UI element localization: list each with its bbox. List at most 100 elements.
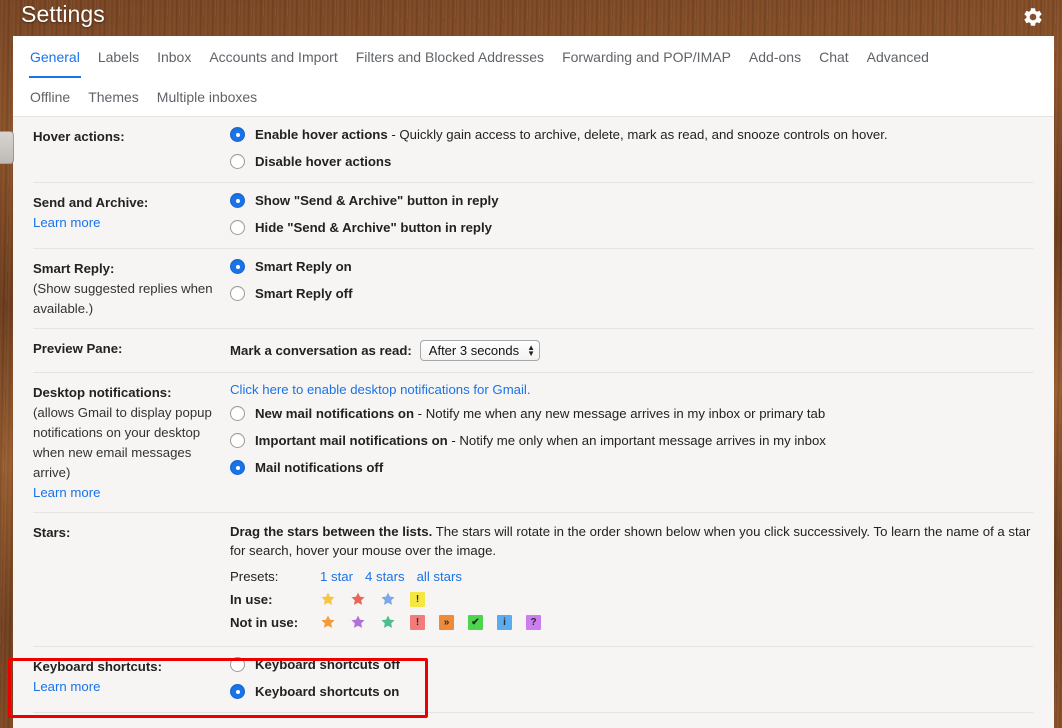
purple-question-badge-icon[interactable]: ? — [526, 614, 541, 630]
green-star-icon[interactable] — [380, 614, 396, 630]
send-archive-options: Show "Send & Archive" button in reply Hid… — [230, 192, 1033, 239]
yellow-star-icon[interactable] — [320, 591, 336, 607]
tab-offline[interactable]: Offline — [21, 84, 79, 110]
send-archive-option-2[interactable]: Hide "Send & Archive" button in reply — [230, 219, 1033, 237]
send-archive-option-1[interactable]: Show "Send & Archive" button in reply — [230, 192, 1033, 210]
stars-description-bold: Drag the stars between the lists. — [230, 524, 433, 539]
settings-panel: General Labels Inbox Accounts and Import Fil… — [13, 36, 1054, 728]
tab-filters-and-blocked-addresses[interactable]: Filters and Blocked Addresses — [347, 36, 553, 78]
stars-description: Drag the stars between the lists. The st… — [230, 522, 1033, 560]
mark-read-select-value: After 3 seconds — [428, 343, 520, 358]
hover-actions-radio-1[interactable] — [230, 127, 245, 142]
mark-read-label: Mark a conversation as read: — [230, 343, 412, 358]
desktop-notifications-radio-2[interactable] — [230, 433, 245, 448]
tab-accounts-and-import[interactable]: Accounts and Import — [200, 36, 346, 78]
stars-in-use-row: In use: ! — [230, 591, 1033, 607]
desktop-notifications-label: Desktop notifications: (allows Gmail to … — [33, 382, 230, 503]
send-archive-option-label-1: Show "Send & Archive" button in reply — [255, 193, 499, 208]
hover-actions-option-1[interactable]: Enable hover actions - Quickly gain acce… — [230, 126, 1033, 144]
blue-info-badge-icon[interactable]: i — [497, 614, 512, 630]
desktop-notifications-option-label-1: New mail notifications on - Notify me wh… — [255, 406, 826, 421]
send-archive-title: Send and Archive: — [33, 195, 149, 210]
stars-label: Stars: — [33, 525, 71, 540]
smart-reply-radio-1[interactable] — [230, 259, 245, 274]
hover-actions-options: Enable hover actions - Quickly gain acce… — [230, 126, 1033, 173]
orange-double-arrow-badge-icon[interactable]: » — [439, 614, 454, 630]
keyboard-shortcuts-options: Keyboard shortcuts off Keyboard shortcuts… — [230, 656, 1033, 703]
keyboard-shortcuts-label: Keyboard shortcuts: Learn more — [33, 656, 230, 703]
tab-inbox[interactable]: Inbox — [148, 36, 200, 78]
hover-actions-option-label-2: Disable hover actions — [255, 154, 392, 169]
desktop-notifications-radio-3[interactable] — [230, 460, 245, 475]
setting-row-desktop-notifications: Desktop notifications: (allows Gmail to … — [33, 373, 1033, 513]
desktop-notifications-option-label-2: Important mail notifications on - Notify… — [255, 433, 826, 448]
title-bar: Settings — [0, 0, 1062, 36]
tab-labels[interactable]: Labels — [89, 36, 148, 78]
right-wood-strip — [1054, 36, 1062, 728]
tab-row-primary: General Labels Inbox Accounts and Import Fil… — [13, 36, 1054, 78]
red-bang-badge-icon[interactable]: ! — [410, 614, 425, 630]
blue-star-icon[interactable] — [380, 591, 396, 607]
send-archive-learn-more-link[interactable]: Learn more — [33, 213, 230, 233]
stars-preset-link-1[interactable]: 1 star — [320, 569, 353, 584]
tab-forwarding-and-pop-imap[interactable]: Forwarding and POP/IMAP — [553, 36, 740, 78]
stars-not-in-use-row: Not in use: ! » ✔ i? — [230, 614, 1033, 630]
stars-presets-links: 1 star 4 stars all stars — [320, 569, 462, 584]
smart-reply-option-1[interactable]: Smart Reply on — [230, 258, 1033, 276]
desktop-notifications-title: Desktop notifications: — [33, 385, 172, 400]
setting-row-smart-reply: Smart Reply: (Show suggested replies whe… — [33, 249, 1033, 329]
hover-actions-option-2[interactable]: Disable hover actions — [230, 153, 1033, 171]
smart-reply-option-label-1: Smart Reply on — [255, 259, 352, 274]
purple-star-icon[interactable] — [350, 614, 366, 630]
desktop-notifications-option-1[interactable]: New mail notifications on - Notify me wh… — [230, 405, 1033, 423]
settings-tabs: General Labels Inbox Accounts and Import Fil… — [13, 36, 1054, 116]
setting-row-keyboard-shortcuts: Keyboard shortcuts: Learn more Keyboard … — [33, 647, 1033, 713]
keyboard-shortcuts-option-1[interactable]: Keyboard shortcuts off — [230, 656, 1033, 674]
green-check-badge-icon[interactable]: ✔ — [468, 614, 483, 630]
gear-icon[interactable] — [1022, 6, 1044, 28]
tab-themes[interactable]: Themes — [79, 84, 148, 110]
stars-presets-label: Presets: — [230, 569, 279, 584]
stars-preset-link-3[interactable]: all stars — [417, 569, 462, 584]
stars-presets-row: Presets: 1 star 4 stars all stars — [230, 569, 1033, 584]
keyboard-shortcuts-learn-more-link[interactable]: Learn more — [33, 677, 230, 697]
keyboard-shortcuts-option-label-1: Keyboard shortcuts off — [255, 657, 401, 672]
setting-row-hover-actions: Hover actions: Enable hover actions - Qu… — [33, 117, 1033, 183]
smart-reply-radio-2[interactable] — [230, 286, 245, 301]
desktop-notifications-radio-1[interactable] — [230, 406, 245, 421]
keyboard-shortcuts-option-2[interactable]: Keyboard shortcuts on — [230, 683, 1033, 701]
stars-preset-link-2[interactable]: 4 stars — [365, 569, 405, 584]
enable-desktop-notifications-link[interactable]: Click here to enable desktop notificatio… — [230, 382, 1033, 397]
keyboard-shortcuts-radio-1[interactable] — [230, 657, 245, 672]
send-archive-radio-1[interactable] — [230, 193, 245, 208]
smart-reply-sub: (Show suggested replies when available.) — [33, 281, 213, 316]
orange-star-icon[interactable] — [320, 614, 336, 630]
sidebar-collapsed-handle[interactable] — [0, 131, 14, 164]
smart-reply-title: Smart Reply: — [33, 261, 115, 276]
stars-in-use-icons: ! — [320, 591, 425, 607]
tab-multiple-inboxes[interactable]: Multiple inboxes — [148, 84, 266, 110]
tab-row-secondary: Offline Themes Multiple inboxes — [13, 78, 1054, 116]
stars-in-use-label: In use: — [230, 591, 273, 607]
red-star-icon[interactable] — [350, 591, 366, 607]
settings-content: Hover actions: Enable hover actions - Qu… — [13, 117, 1054, 713]
desktop-notifications-body: Click here to enable desktop notificatio… — [230, 382, 1033, 503]
desktop-notifications-learn-more-link[interactable]: Learn more — [33, 483, 230, 503]
tab-general[interactable]: General — [21, 36, 89, 78]
smart-reply-option-2[interactable]: Smart Reply off — [230, 285, 1033, 303]
tab-chat[interactable]: Chat — [810, 36, 858, 78]
setting-row-send-and-archive: Send and Archive: Learn more Show "Send … — [33, 183, 1033, 249]
setting-row-stars: Stars: Drag the stars between the lists.… — [33, 513, 1033, 647]
tab-advanced[interactable]: Advanced — [858, 36, 938, 78]
mark-read-select[interactable]: After 3 seconds ▲ ▼ — [419, 340, 541, 361]
hover-actions-radio-2[interactable] — [230, 154, 245, 169]
tab-add-ons[interactable]: Add-ons — [740, 36, 810, 78]
stars-body: Drag the stars between the lists. The st… — [230, 522, 1033, 637]
preview-pane-label: Preview Pane: — [33, 341, 123, 356]
mark-read-row: Mark a conversation as read: After 3 sec… — [230, 338, 1033, 363]
keyboard-shortcuts-radio-2[interactable] — [230, 684, 245, 699]
send-archive-radio-2[interactable] — [230, 220, 245, 235]
desktop-notifications-option-2[interactable]: Important mail notifications on - Notify… — [230, 432, 1033, 450]
yellow-bang-badge-icon[interactable]: ! — [410, 591, 425, 607]
desktop-notifications-option-3[interactable]: Mail notifications off — [230, 459, 1033, 477]
